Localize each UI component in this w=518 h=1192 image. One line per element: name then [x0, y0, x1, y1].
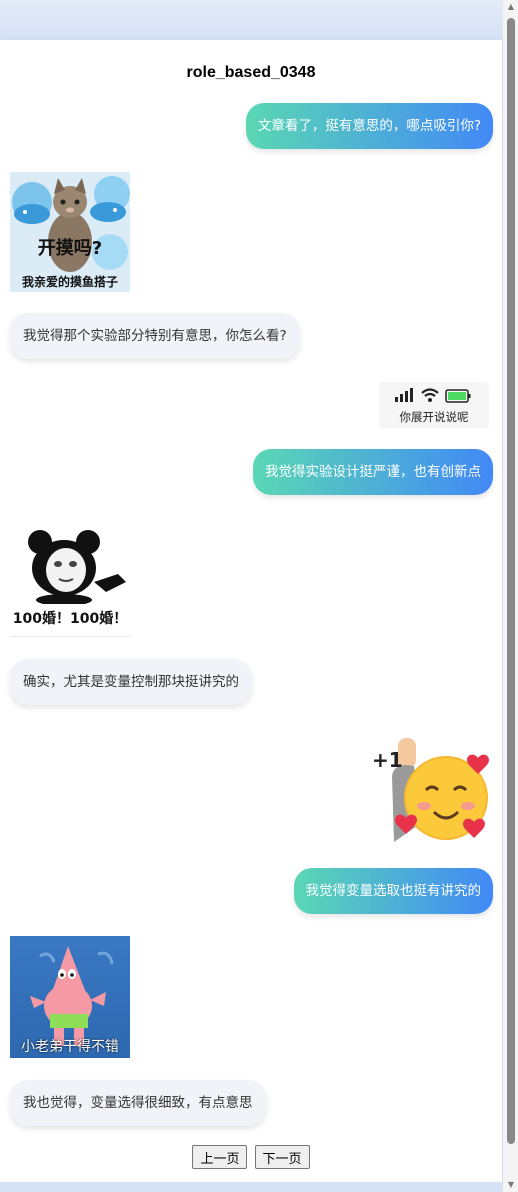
message-bubble-outgoing: 我觉得实验设计挺严谨，也有创新点	[253, 449, 493, 495]
sticker-plus-one-label: +1	[372, 748, 403, 772]
pagination: 上一页 下一页	[0, 1145, 502, 1169]
sticker-panda-caption: 100婚！100婚！	[12, 611, 128, 627]
sticker-cat-title: 开摸吗?	[37, 238, 103, 259]
message-bubble-outgoing: 我觉得变量选取也挺有讲究的	[293, 868, 493, 914]
sticker-panda-image: 100婚！100婚！	[10, 522, 130, 637]
window-top-band	[0, 0, 518, 40]
sticker-patrick-caption: 小老弟干得不错	[21, 1039, 119, 1055]
message-bubble-outgoing: 文章看了，挺有意思的，哪点吸引你?	[245, 103, 493, 149]
sticker-cat-image: 开摸吗? 我亲爱的摸鱼搭子	[10, 172, 130, 292]
scroll-down-arrow-icon[interactable]: ▼	[505, 1180, 517, 1190]
page-title: role_based_0348	[186, 64, 316, 81]
signal-wifi-battery-icon	[395, 388, 471, 403]
panda-meme-illustration	[28, 530, 126, 606]
sticker-status-bar-image: 你展开说说呢	[379, 382, 489, 428]
message-bubble-incoming: 我觉得那个实验部分特别有意思，你怎么看?	[10, 313, 300, 359]
window-bottom-band	[0, 1182, 518, 1192]
sticker-plus-one-emoji: +1	[368, 732, 494, 850]
message-bubble-incoming: 我也觉得，变量选得很细致，有点意思	[10, 1080, 266, 1126]
sticker-cat-subtitle: 我亲爱的摸鱼搭子	[21, 275, 118, 289]
next-page-button[interactable]: 下一页	[254, 1145, 310, 1169]
message-bubble-incoming: 确实，尤其是变量控制那块挺讲究的	[10, 659, 252, 705]
prev-page-button[interactable]: 上一页	[192, 1145, 248, 1169]
vertical-scrollbar-thumb[interactable]	[507, 18, 515, 1144]
scroll-up-arrow-icon[interactable]: ▲	[505, 2, 517, 12]
sticker-patrick-image: 小老弟干得不错	[10, 936, 130, 1058]
chat-panel: role_based_0348 文章看了，挺有意思的，哪点吸引你? 开摸吗? 我…	[0, 40, 502, 1182]
sticker-status-caption: 你展开说说呢	[399, 410, 469, 424]
